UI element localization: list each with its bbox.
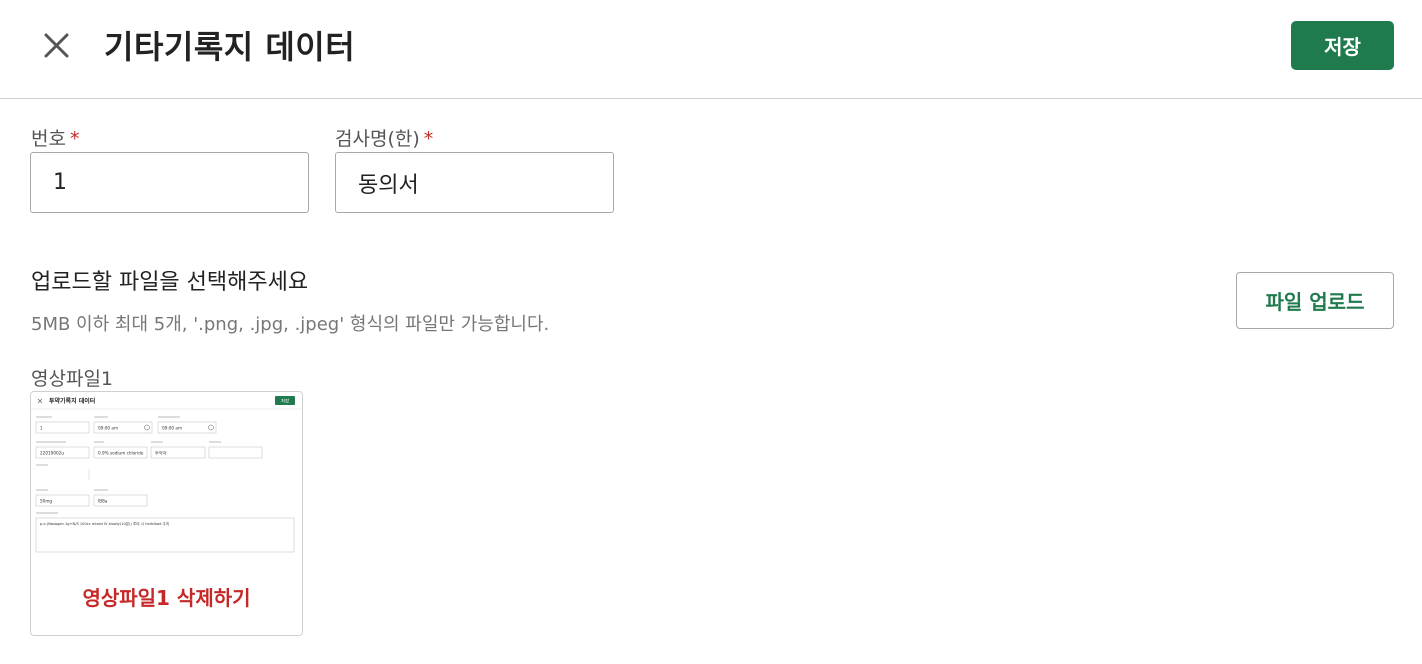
thumb-text: IB8a	[98, 499, 108, 504]
file-thumbnail[interactable]: 투약기록지 데이터 저장 1 09:00 am 09:00 am 2201900…	[31, 392, 302, 554]
thumb-title: 투약기록지 데이터	[49, 397, 95, 405]
close-icon	[44, 33, 69, 58]
thumb-text: 50mg	[40, 499, 52, 504]
thumb-text: 0.9% sodium chloride	[98, 451, 144, 456]
delete-file-button[interactable]: 영상파일1 삭제하기	[31, 582, 302, 611]
file-upload-button[interactable]: 파일 업로드	[1236, 272, 1394, 329]
thumb-text: 09:00 am	[162, 426, 182, 431]
save-button[interactable]: 저장	[1291, 21, 1394, 70]
file-label: 영상파일1	[31, 368, 114, 390]
upload-title: 업로드할 파일을 선택해주세요	[31, 270, 309, 295]
thumb-save: 저장	[281, 398, 289, 405]
exam-name-label: 검사명(한) *	[335, 124, 433, 151]
thumb-text: 09:00 am	[98, 426, 118, 431]
thumb-text: 투약자	[155, 450, 167, 457]
page-title: 기타기록지 데이터	[104, 28, 356, 66]
thumb-text: 22019002u	[40, 451, 64, 456]
close-button[interactable]	[38, 26, 76, 64]
exam-name-label-text: 검사명(한)	[335, 128, 420, 150]
exam-name-input[interactable]	[335, 152, 614, 213]
number-label: 번호 *	[31, 124, 79, 151]
required-mark: *	[423, 128, 434, 150]
file-card: 투약기록지 데이터 저장 1 09:00 am 09:00 am 2201900…	[30, 391, 303, 636]
number-label-text: 번호	[31, 128, 66, 150]
number-input[interactable]	[30, 152, 309, 213]
required-mark: *	[69, 128, 80, 150]
thumb-text: 1	[40, 426, 43, 431]
header-bar: 기타기록지 데이터 저장	[0, 0, 1422, 99]
upload-hint: 5MB 이하 최대 5개, '.png, .jpg, .jpeg' 형식의 파일…	[31, 314, 550, 335]
thumb-note: p.o.(Nasogen 1g+N/S 100cc mixed IV slowl…	[40, 521, 169, 526]
